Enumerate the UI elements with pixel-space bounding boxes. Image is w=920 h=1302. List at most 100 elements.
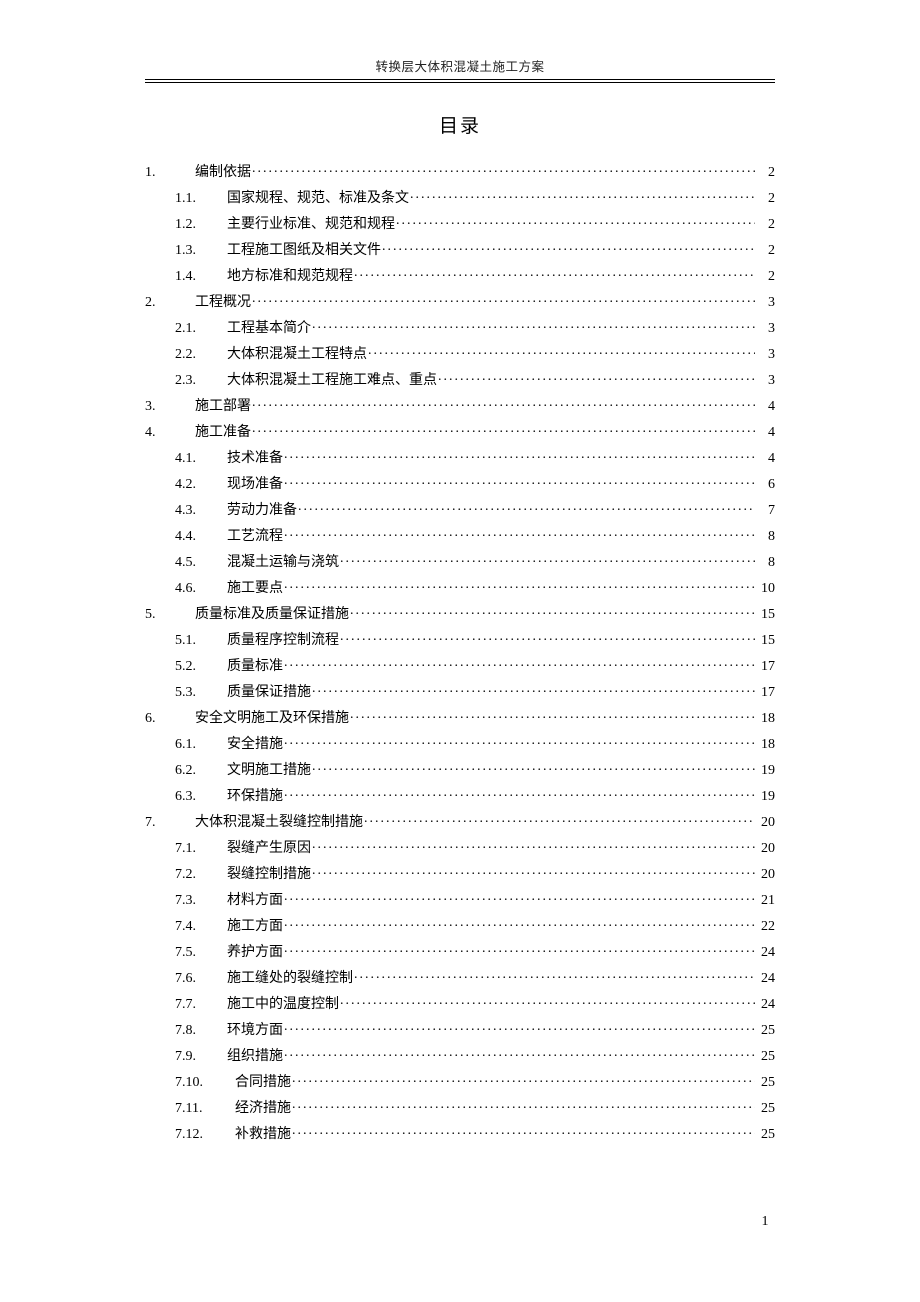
table-of-contents: 1.编制依据21.1.国家规程、规范、标准及条文21.2.主要行业标准、规范和规… — [145, 158, 775, 1146]
toc-entry[interactable]: 5.2.质量标准17 — [145, 652, 775, 678]
toc-entry-title: 裂缝控制措施 — [227, 868, 312, 882]
toc-entry-page: 4 — [755, 426, 775, 440]
toc-entry-page: 4 — [755, 452, 775, 466]
toc-entry-page: 25 — [755, 1128, 775, 1142]
toc-leader-dots — [312, 682, 755, 696]
toc-entry[interactable]: 4.4.工艺流程8 — [145, 522, 775, 548]
doc-header-title: 转换层大体积混凝土施工方案 — [375, 60, 544, 74]
toc-entry-title: 国家规程、规范、标准及条文 — [227, 192, 410, 206]
toc-leader-dots — [284, 942, 755, 956]
toc-entry[interactable]: 6.1.安全措施18 — [145, 730, 775, 756]
toc-entry-title: 大体积混凝土工程施工难点、重点 — [227, 374, 438, 388]
toc-entry-page: 25 — [755, 1076, 775, 1090]
toc-entry[interactable]: 2.工程概况3 — [145, 288, 775, 314]
toc-entry-page: 2 — [755, 166, 775, 180]
toc-entry-title: 现场准备 — [227, 478, 284, 492]
toc-entry-number: 5.1. — [175, 634, 227, 648]
toc-entry[interactable]: 7.8.环境方面25 — [145, 1016, 775, 1042]
toc-entry-number: 2.2. — [175, 348, 227, 362]
toc-entry-title: 大体积混凝土裂缝控制措施 — [195, 816, 364, 830]
toc-entry-title: 施工部署 — [195, 400, 252, 414]
toc-entry-title: 质量保证措施 — [227, 686, 312, 700]
toc-entry-page: 4 — [755, 400, 775, 414]
toc-entry-page: 8 — [755, 556, 775, 570]
toc-leader-dots — [350, 708, 755, 722]
toc-entry-page: 20 — [755, 816, 775, 830]
toc-leader-dots — [368, 344, 755, 358]
toc-entry[interactable]: 7.1.裂缝产生原因20 — [145, 834, 775, 860]
toc-entry[interactable]: 7.12.补救措施25 — [145, 1120, 775, 1146]
toc-entry-number: 4.6. — [175, 582, 227, 596]
toc-entry-number: 2. — [145, 296, 195, 310]
toc-entry[interactable]: 4.5.混凝土运输与浇筑8 — [145, 548, 775, 574]
header-rule — [145, 82, 775, 83]
toc-leader-dots — [396, 214, 755, 228]
toc-entry-page: 8 — [755, 530, 775, 544]
document-header: 转换层大体积混凝土施工方案 — [145, 56, 775, 80]
toc-leader-dots — [284, 890, 755, 904]
toc-leader-dots — [312, 760, 755, 774]
toc-entry-number: 4.2. — [175, 478, 227, 492]
toc-entry[interactable]: 1.2.主要行业标准、规范和规程2 — [145, 210, 775, 236]
toc-entry-number: 5.2. — [175, 660, 227, 674]
toc-entry[interactable]: 7.7.施工中的温度控制24 — [145, 990, 775, 1016]
toc-entry[interactable]: 7.9.组织措施25 — [145, 1042, 775, 1068]
toc-entry[interactable]: 1.4.地方标准和规范规程2 — [145, 262, 775, 288]
toc-entry-page: 2 — [755, 192, 775, 206]
toc-entry-title: 文明施工措施 — [227, 764, 312, 778]
toc-leader-dots — [298, 500, 755, 514]
toc-entry[interactable]: 2.1.工程基本简介3 — [145, 314, 775, 340]
toc-entry[interactable]: 4.3.劳动力准备7 — [145, 496, 775, 522]
toc-entry-title: 施工方面 — [227, 920, 284, 934]
toc-entry-number: 7.11. — [175, 1102, 235, 1116]
toc-entry[interactable]: 6.2.文明施工措施19 — [145, 756, 775, 782]
toc-entry[interactable]: 7.3.材料方面21 — [145, 886, 775, 912]
toc-entry[interactable]: 1.3.工程施工图纸及相关文件2 — [145, 236, 775, 262]
toc-entry-page: 22 — [755, 920, 775, 934]
toc-entry-number: 7.7. — [175, 998, 227, 1012]
toc-entry-number: 7.3. — [175, 894, 227, 908]
toc-leader-dots — [284, 526, 755, 540]
toc-entry[interactable]: 6.3.环保措施19 — [145, 782, 775, 808]
toc-entry[interactable]: 2.3.大体积混凝土工程施工难点、重点3 — [145, 366, 775, 392]
toc-entry-title: 劳动力准备 — [227, 504, 298, 518]
toc-leader-dots — [284, 1020, 755, 1034]
toc-entry[interactable]: 6.安全文明施工及环保措施18 — [145, 704, 775, 730]
toc-entry[interactable]: 4.施工准备4 — [145, 418, 775, 444]
toc-leader-dots — [340, 552, 755, 566]
toc-entry-title: 补救措施 — [235, 1128, 292, 1142]
toc-leader-dots — [284, 916, 755, 930]
toc-entry-page: 6 — [755, 478, 775, 492]
toc-leader-dots — [354, 266, 755, 280]
toc-entry[interactable]: 3.施工部署4 — [145, 392, 775, 418]
toc-entry-title: 裂缝产生原因 — [227, 842, 312, 856]
toc-entry[interactable]: 7.2.裂缝控制措施20 — [145, 860, 775, 886]
toc-entry[interactable]: 7.11.经济措施25 — [145, 1094, 775, 1120]
toc-entry[interactable]: 2.2.大体积混凝土工程特点3 — [145, 340, 775, 366]
toc-entry[interactable]: 1.1.国家规程、规范、标准及条文2 — [145, 184, 775, 210]
toc-entry[interactable]: 4.1.技术准备4 — [145, 444, 775, 470]
toc-entry-number: 6. — [145, 712, 195, 726]
toc-entry-page: 20 — [755, 868, 775, 882]
toc-entry-title: 主要行业标准、规范和规程 — [227, 218, 396, 232]
toc-leader-dots — [354, 968, 755, 982]
toc-entry[interactable]: 5.质量标准及质量保证措施15 — [145, 600, 775, 626]
toc-entry[interactable]: 7.大体积混凝土裂缝控制措施20 — [145, 808, 775, 834]
toc-entry[interactable]: 1.编制依据2 — [145, 158, 775, 184]
toc-entry[interactable]: 7.10.合同措施25 — [145, 1068, 775, 1094]
toc-entry-page: 19 — [755, 764, 775, 778]
toc-entry[interactable]: 4.2.现场准备 6 — [145, 470, 775, 496]
toc-entry[interactable]: 7.6.施工缝处的裂缝控制24 — [145, 964, 775, 990]
toc-entry-title: 地方标准和规范规程 — [227, 270, 354, 284]
toc-entry-number: 7.9. — [175, 1050, 227, 1064]
toc-leader-dots — [284, 448, 755, 462]
toc-entry-title: 材料方面 — [227, 894, 284, 908]
toc-entry[interactable]: 7.4.施工方面22 — [145, 912, 775, 938]
toc-entry[interactable]: 5.1.质量程序控制流程15 — [145, 626, 775, 652]
toc-entry[interactable]: 4.6.施工要点10 — [145, 574, 775, 600]
toc-leader-dots — [252, 292, 755, 306]
toc-entry[interactable]: 7.5.养护方面24 — [145, 938, 775, 964]
toc-entry-number: 1.2. — [175, 218, 227, 232]
toc-entry-title: 质量标准 — [227, 660, 284, 674]
toc-entry[interactable]: 5.3.质量保证措施17 — [145, 678, 775, 704]
